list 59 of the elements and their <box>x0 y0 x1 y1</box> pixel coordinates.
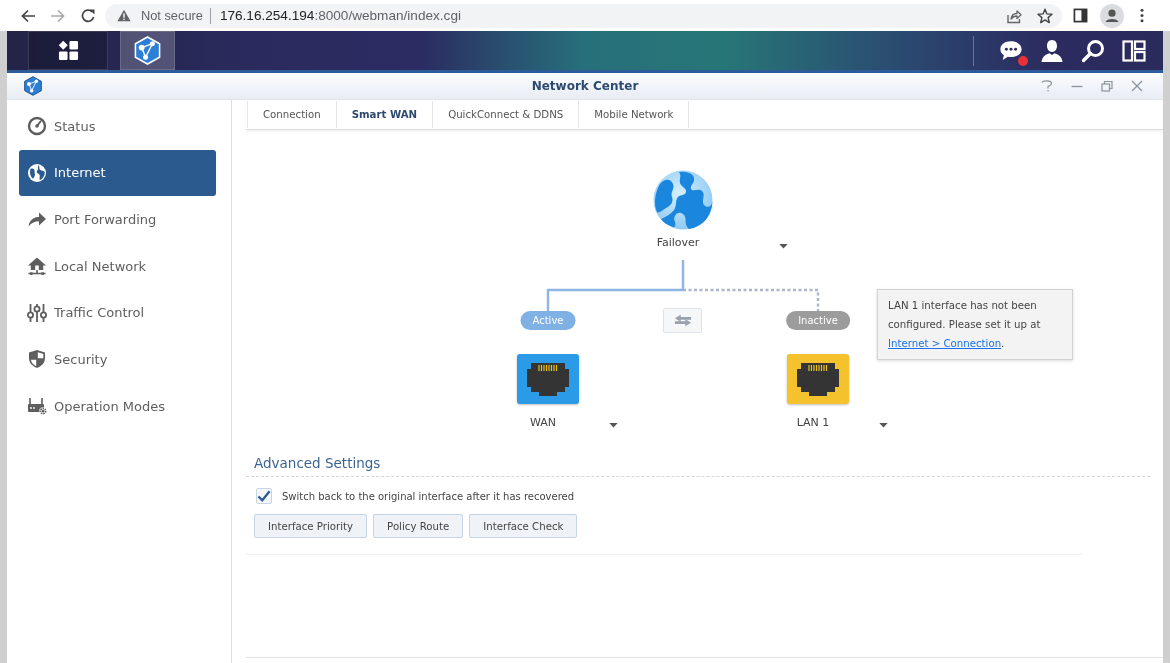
address-bar[interactable]: Not secure 176.16.254.194:8000/webman/index.cgi <box>105 3 1062 28</box>
tooltip-text: LAN 1 interface has not been configured. Please set it up at Internet > Connection. <box>888 299 1042 351</box>
checkbox[interactable] <box>256 488 272 504</box>
sidebar-item[interactable]: Operation Modes <box>19 383 216 430</box>
caret-icon[interactable] <box>779 244 788 249</box>
sidebar-item[interactable]: Local Network <box>19 243 216 290</box>
shield-icon <box>27 349 47 370</box>
security-label: Not secure <box>141 8 203 23</box>
apps-grid-icon <box>57 40 79 61</box>
caret-icon[interactable] <box>879 423 888 428</box>
interface-label: WAN <box>529 416 557 429</box>
widgets-icon[interactable] <box>1122 38 1146 63</box>
interface-label: LAN 1 <box>795 416 831 429</box>
back-arrow-icon[interactable] <box>20 7 36 24</box>
close-icon[interactable] <box>1131 80 1143 92</box>
tab[interactable]: QuickConnect & DDNS <box>433 101 580 128</box>
caret-icon[interactable] <box>609 423 618 428</box>
swap-arrows-icon <box>673 314 692 327</box>
status-badge: Active <box>520 311 576 330</box>
warning-icon <box>117 9 131 22</box>
house-network-icon <box>27 256 47 277</box>
section-heading: Advanced Settings <box>246 455 1150 477</box>
globe-icon <box>653 170 713 230</box>
profile-icon[interactable] <box>1100 3 1124 28</box>
sidebar-item[interactable]: Internet <box>19 149 216 196</box>
main-menu-button[interactable] <box>28 31 108 70</box>
ethernet-port-icon[interactable] <box>517 354 579 404</box>
user-icon[interactable] <box>1040 38 1064 63</box>
restore-icon[interactable] <box>1101 80 1113 92</box>
sliders-icon <box>27 302 47 323</box>
globe-icon <box>27 162 47 183</box>
checkmark-icon <box>257 490 271 502</box>
settings-button[interactable]: Interface Check <box>469 514 578 538</box>
tab[interactable]: Smart WAN <box>336 101 434 128</box>
sidebar-item[interactable]: Port Forwarding <box>19 196 216 243</box>
sidebar-item[interactable]: Traffic Control <box>19 289 216 336</box>
checkbox-label: Switch back to the original interface after it has recovered <box>282 490 575 502</box>
help-icon[interactable] <box>1041 80 1053 92</box>
url-text: 176.16.254.194:8000/webman/index.cgi <box>219 8 461 23</box>
reload-icon[interactable] <box>80 7 96 24</box>
hexagon-network-icon <box>23 76 43 96</box>
status-badge: Inactive <box>786 311 850 330</box>
menu-icon[interactable] <box>1140 8 1144 23</box>
tab[interactable]: Connection <box>247 101 337 128</box>
settings-button[interactable]: Policy Route <box>373 514 464 538</box>
settings-button[interactable]: Interface Priority <box>254 514 368 538</box>
gauge-icon <box>27 116 47 136</box>
router-gear-icon <box>27 396 47 417</box>
search-icon[interactable] <box>1081 38 1105 63</box>
sidebar-item[interactable]: Status <box>19 103 216 149</box>
hexagon-network-icon <box>133 36 162 65</box>
tab[interactable]: Mobile Network <box>579 101 690 128</box>
window-title: Network Center <box>531 79 639 93</box>
side-panel-icon[interactable] <box>1073 8 1088 23</box>
mode-label: Failover <box>655 236 701 249</box>
sidebar-item[interactable]: Security <box>19 336 216 383</box>
taskbar-app-button[interactable] <box>120 31 175 70</box>
ethernet-port-icon[interactable] <box>787 354 849 404</box>
star-icon[interactable] <box>1037 7 1053 24</box>
